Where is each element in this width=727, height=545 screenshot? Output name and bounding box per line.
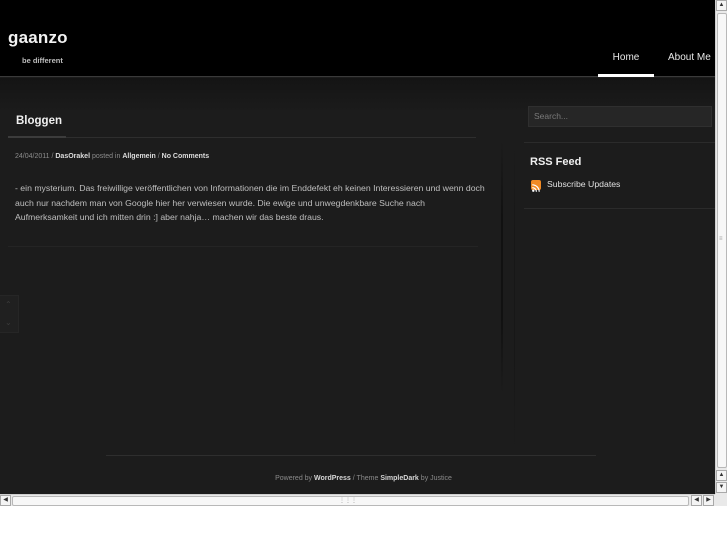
vertical-scroll-thumb[interactable]: ≡ — [717, 13, 727, 468]
site-title[interactable]: gaanzo — [8, 28, 68, 48]
scroll-left-button-2[interactable]: ◀ — [691, 495, 702, 506]
footer-divider — [106, 455, 596, 456]
scrollbar-corner — [715, 494, 727, 506]
nav-home[interactable]: Home — [598, 52, 654, 63]
post-title[interactable]: Bloggen — [16, 115, 62, 127]
site-header: gaanzo be different Home About Me — [0, 0, 715, 77]
sidebar-divider — [524, 142, 715, 143]
sidebar-divider — [524, 208, 715, 209]
rss-feed-heading: RSS Feed — [530, 156, 582, 168]
post-date: 24/04/2011 — [15, 153, 50, 160]
scroll-up-icon[interactable]: ⌃ — [5, 300, 12, 309]
nav-active-indicator — [598, 74, 654, 77]
post-category-link[interactable]: Allgemein — [122, 153, 155, 160]
scroll-down-button-2[interactable]: ▼ — [716, 482, 727, 493]
post-bottom-divider — [8, 246, 478, 247]
scroll-left-button[interactable]: ◀ — [0, 495, 11, 506]
column-divider — [501, 140, 503, 395]
footer-credits: Powered by WordPress / Theme SimpleDark … — [0, 475, 715, 482]
rss-icon[interactable] — [531, 180, 541, 192]
grip-icon: ≡ — [719, 236, 723, 242]
grip-icon: ⋮⋮⋮ — [339, 498, 357, 504]
scroll-down-icon[interactable]: ⌄ — [5, 318, 12, 327]
post-body: - ein mysterium. Das freiwillige veröffe… — [15, 183, 485, 222]
footer-powered-by: Powered by — [275, 475, 313, 482]
post-divider — [66, 137, 476, 138]
posted-in-label: posted in — [91, 153, 121, 160]
post-comments-link[interactable]: No Comments — [162, 153, 209, 160]
vertical-scrollbar[interactable]: ▲ ≡ ▲ ▼ — [715, 0, 727, 494]
post-meta: 24/04/2011 / DasOrakel posted in Allgeme… — [15, 153, 209, 160]
post-author-link[interactable]: DasOrakel — [55, 153, 90, 160]
scroll-down-button[interactable]: ▲ — [716, 470, 727, 481]
column-divider-shadow — [514, 140, 515, 455]
meta-separator: / — [51, 153, 54, 160]
meta-separator: / — [157, 153, 160, 160]
site-tagline: be different — [22, 56, 63, 65]
scroll-right-button[interactable]: ▶ — [703, 495, 714, 506]
footer-theme-link[interactable]: SimpleDark — [380, 475, 419, 482]
scroll-up-button[interactable]: ▲ — [716, 0, 727, 11]
horizontal-scroll-thumb[interactable]: ⋮⋮⋮ — [12, 496, 689, 506]
nav-about-me[interactable]: About Me — [668, 52, 711, 63]
horizontal-scrollbar[interactable]: ◀ ⋮⋮⋮ ◀ ▶ — [0, 494, 715, 506]
subscribe-updates-link[interactable]: Subscribe Updates — [547, 179, 620, 189]
page-viewport: gaanzo be different Home About Me Blogge… — [0, 0, 715, 494]
post-title-underline — [8, 136, 66, 138]
footer-author: by Justice — [420, 475, 452, 482]
footer-theme-label: / Theme — [352, 475, 379, 482]
footer-wordpress-link[interactable]: WordPress — [314, 475, 351, 482]
scroll-widget: ⌃ ⌄ — [0, 295, 19, 333]
search-input[interactable]: Search... — [528, 106, 712, 127]
